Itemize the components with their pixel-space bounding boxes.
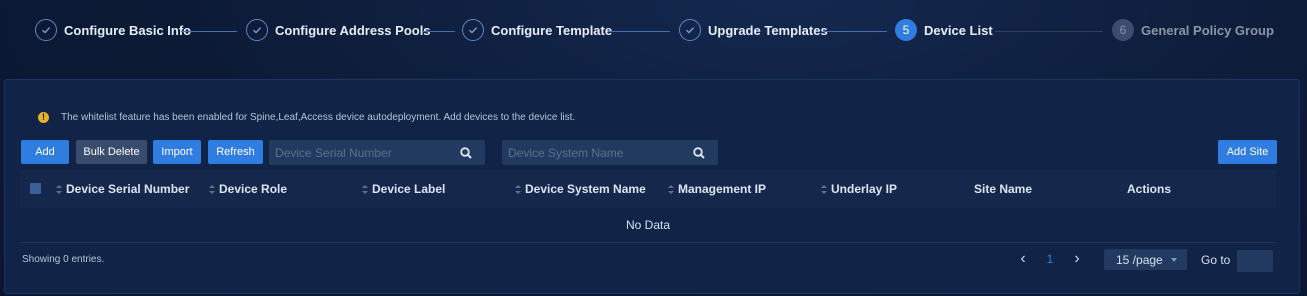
step-connector	[423, 31, 455, 32]
wizard-stepper: Configure Basic Info Configure Address P…	[0, 0, 1307, 60]
sort-icon	[209, 184, 215, 194]
step-connector	[181, 31, 237, 32]
serial-number-search-input[interactable]	[269, 140, 459, 165]
goto-label: Go to	[1201, 253, 1231, 267]
step-configure-basic-info[interactable]: Configure Basic Info	[35, 18, 191, 42]
select-all-checkbox[interactable]	[30, 183, 41, 194]
sort-icon	[668, 184, 674, 194]
step-label: Upgrade Templates	[708, 22, 828, 38]
column-header-site-name: Site Name	[974, 182, 1033, 196]
step-connector	[823, 31, 887, 32]
check-icon	[246, 19, 268, 41]
page-size-select[interactable]: 15 /page	[1104, 249, 1187, 270]
step-upgrade-templates[interactable]: Upgrade Templates	[679, 18, 828, 42]
goto-page-input[interactable]	[1237, 250, 1273, 272]
column-header-device-system-name[interactable]: Device System Name	[515, 170, 646, 208]
sort-icon	[362, 184, 368, 194]
step-configure-template[interactable]: Configure Template	[462, 18, 612, 42]
warning-icon: !	[38, 111, 49, 123]
add-site-button[interactable]: Add Site	[1218, 140, 1277, 164]
sort-icon	[515, 184, 521, 194]
step-label: Configure Template	[491, 22, 613, 38]
step-number-badge: 5	[895, 19, 917, 41]
step-connector	[608, 31, 670, 32]
table-header: Device Serial Number Device Role Device …	[20, 170, 1276, 208]
notice-text: The whitelist feature has been enabled f…	[61, 111, 576, 123]
refresh-button[interactable]: Refresh	[208, 140, 263, 164]
sort-icon	[56, 184, 62, 194]
pagination: ‹ 1 ›	[1015, 248, 1085, 270]
check-icon	[679, 19, 701, 41]
empty-state-text: No Data	[625, 218, 671, 232]
system-name-search-input[interactable]	[502, 140, 692, 165]
check-icon	[462, 19, 484, 41]
page-size-value: 15 /page	[1116, 252, 1163, 267]
import-button[interactable]: Import	[153, 140, 201, 164]
step-label: Configure Basic Info	[64, 22, 192, 38]
step-label: Device List	[924, 22, 993, 38]
add-button[interactable]: Add	[21, 140, 69, 164]
chevron-left-icon[interactable]: ‹	[1015, 250, 1031, 268]
chevron-right-icon[interactable]: ›	[1069, 250, 1085, 268]
step-connector	[995, 31, 1103, 32]
step-configure-address-pools[interactable]: Configure Address Pools	[246, 18, 431, 42]
step-number-badge: 6	[1112, 19, 1134, 41]
column-header-device-role[interactable]: Device Role	[209, 170, 287, 208]
search-icon[interactable]	[692, 146, 706, 160]
system-name-search	[502, 140, 718, 165]
step-device-list[interactable]: 5 Device List	[895, 18, 993, 42]
table-empty-row: No Data	[20, 208, 1276, 243]
whitelist-notice: ! The whitelist feature has been enabled…	[38, 110, 575, 124]
page-number-current[interactable]: 1	[1043, 252, 1057, 266]
column-header-management-ip[interactable]: Management IP	[668, 170, 766, 208]
bulk-delete-button[interactable]: Bulk Delete	[76, 140, 147, 164]
step-label: General Policy Group	[1141, 22, 1274, 38]
column-header-device-label[interactable]: Device Label	[362, 170, 445, 208]
step-general-policy-group[interactable]: 6 General Policy Group	[1112, 18, 1274, 42]
entries-count: Showing 0 entries.	[22, 254, 105, 265]
sort-icon	[821, 184, 827, 194]
column-header-actions: Actions	[1127, 182, 1172, 196]
check-icon	[35, 19, 57, 41]
step-label: Configure Address Pools	[275, 22, 431, 38]
serial-number-search	[269, 140, 485, 165]
chevron-down-icon	[1171, 258, 1177, 262]
column-header-underlay-ip[interactable]: Underlay IP	[821, 170, 897, 208]
search-icon[interactable]	[459, 146, 473, 160]
column-header-device-serial-number[interactable]: Device Serial Number	[56, 170, 189, 208]
